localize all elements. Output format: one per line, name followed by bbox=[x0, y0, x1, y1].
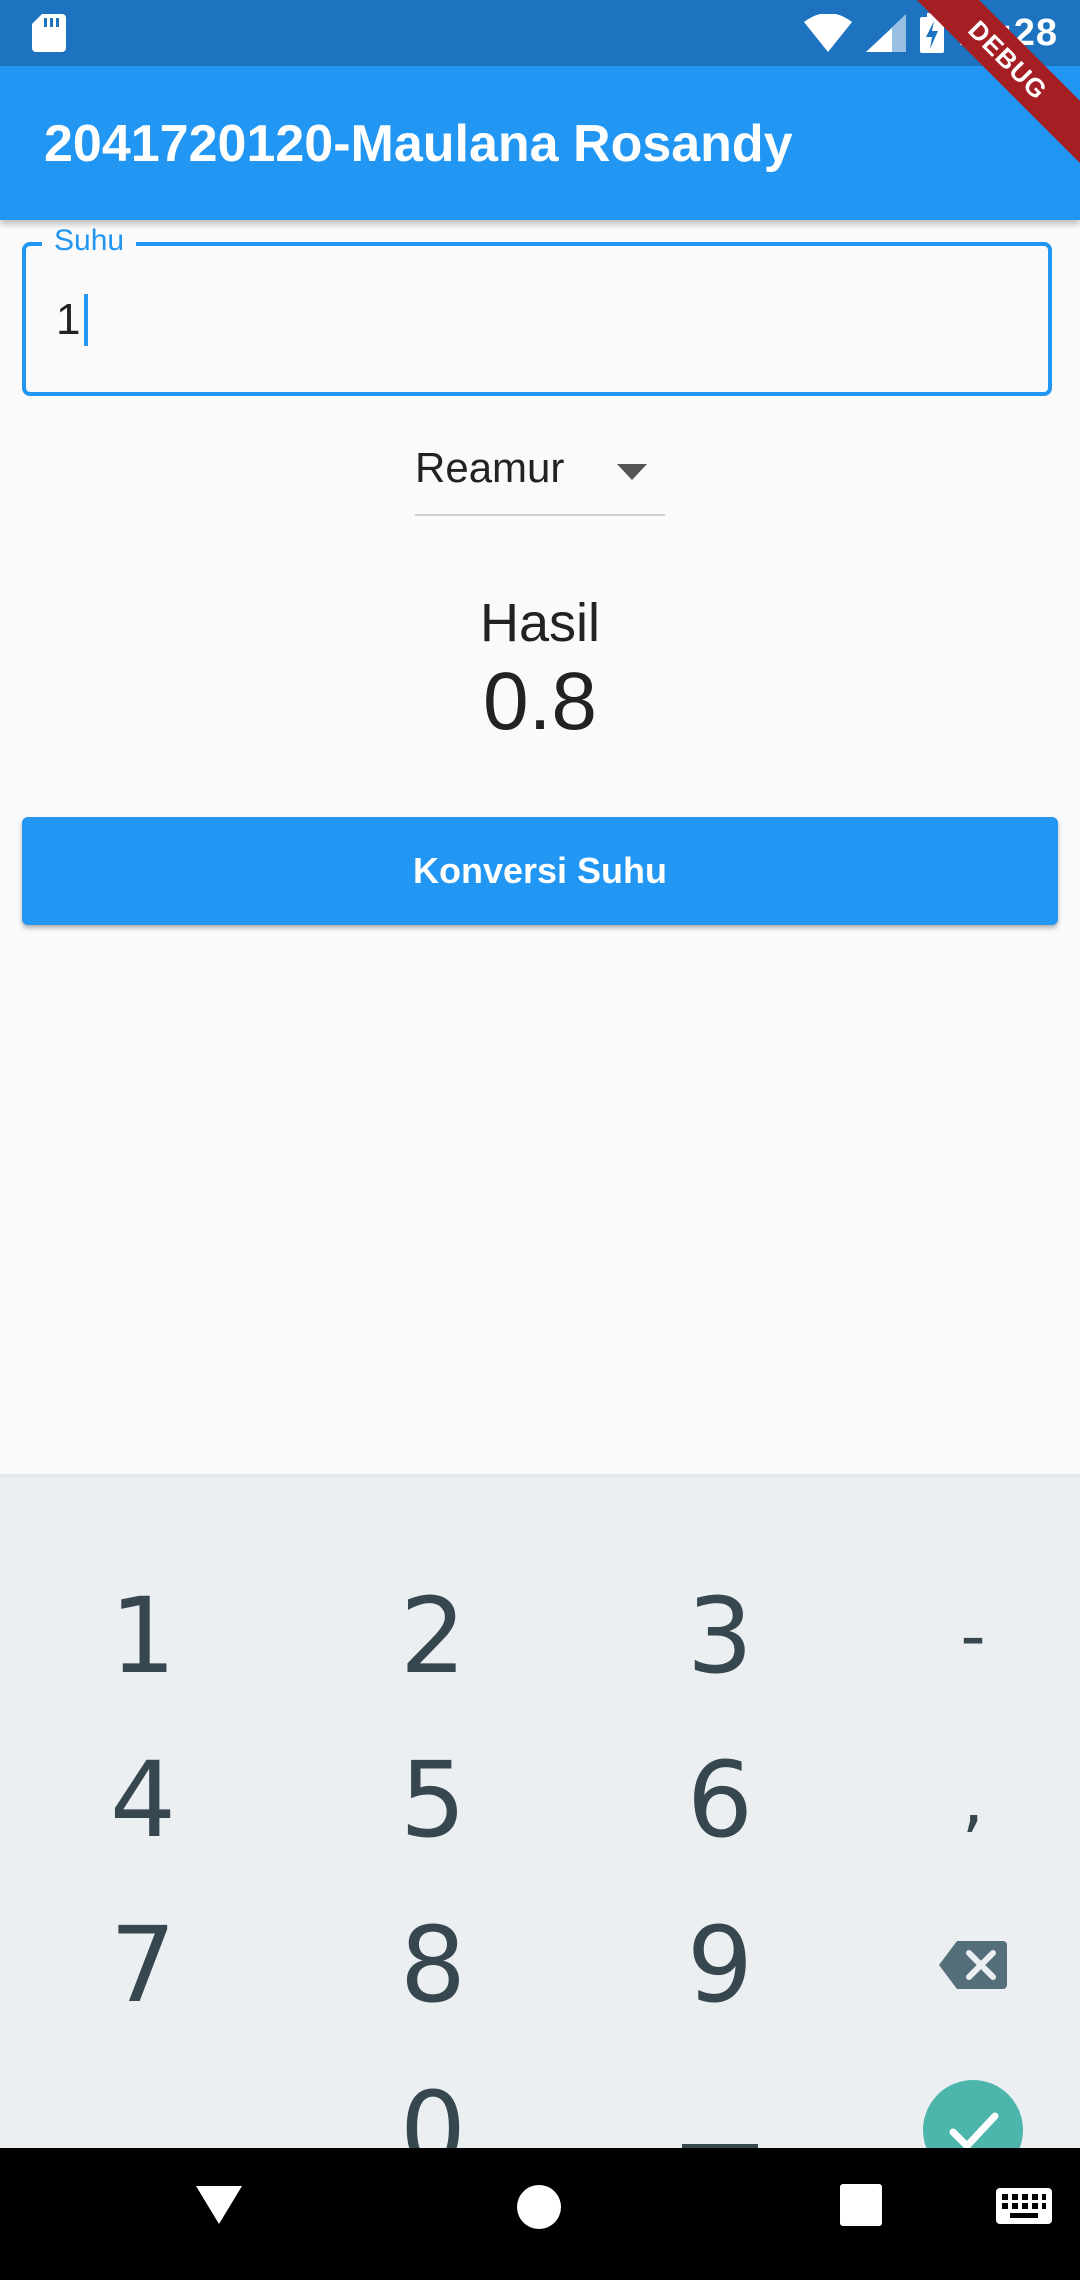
suhu-input-field[interactable]: Suhu 1 bbox=[22, 224, 1052, 396]
key-7[interactable]: 7 bbox=[8, 1883, 278, 2047]
home-icon[interactable] bbox=[516, 2184, 562, 2230]
suhu-input[interactable]: 1 bbox=[56, 294, 89, 346]
recents-icon[interactable] bbox=[840, 2184, 882, 2226]
unit-dropdown[interactable]: Reamur bbox=[415, 440, 665, 516]
space-icon bbox=[682, 2144, 758, 2148]
sd-card-icon bbox=[32, 14, 66, 52]
suhu-input-value: 1 bbox=[56, 295, 81, 344]
key-1[interactable]: 1 bbox=[8, 1554, 278, 1718]
status-bar: 11:28 bbox=[0, 0, 1080, 66]
signal-icon bbox=[865, 14, 906, 52]
keyboard-switch-icon[interactable] bbox=[996, 2188, 1052, 2224]
key-9[interactable]: 9 bbox=[585, 1883, 855, 2047]
app-bar: 2041720120-Maulana Rosandy bbox=[0, 66, 1080, 220]
key-2[interactable]: 2 bbox=[298, 1554, 568, 1718]
app-title: 2041720120-Maulana Rosandy bbox=[44, 115, 793, 173]
key-4[interactable]: 4 bbox=[8, 1718, 278, 1882]
key-6[interactable]: 6 bbox=[585, 1718, 855, 1882]
nav-bar bbox=[0, 2148, 1080, 2280]
numeric-keyboard: 1 2 3 - 4 5 6 , 7 8 9 . 0 bbox=[0, 1474, 1080, 2191]
result-value: 0.8 bbox=[483, 656, 597, 747]
back-icon[interactable] bbox=[196, 2184, 242, 2224]
key-8[interactable]: 8 bbox=[298, 1883, 568, 2047]
key-5[interactable]: 5 bbox=[298, 1718, 568, 1882]
unit-dropdown-value: Reamur bbox=[415, 444, 565, 491]
convert-button[interactable]: Konversi Suhu bbox=[22, 817, 1058, 925]
key-minus[interactable]: - bbox=[838, 1554, 1080, 1718]
wifi-icon bbox=[803, 14, 852, 52]
backspace-icon bbox=[939, 1941, 1007, 1989]
chevron-down-icon bbox=[617, 464, 647, 480]
text-caret bbox=[84, 294, 89, 346]
key-comma[interactable]: , bbox=[838, 1718, 1080, 1882]
suhu-input-label: Suhu bbox=[42, 224, 137, 258]
result-label: Hasil bbox=[479, 593, 601, 653]
key-backspace[interactable] bbox=[838, 1883, 1080, 2047]
key-3[interactable]: 3 bbox=[585, 1554, 855, 1718]
